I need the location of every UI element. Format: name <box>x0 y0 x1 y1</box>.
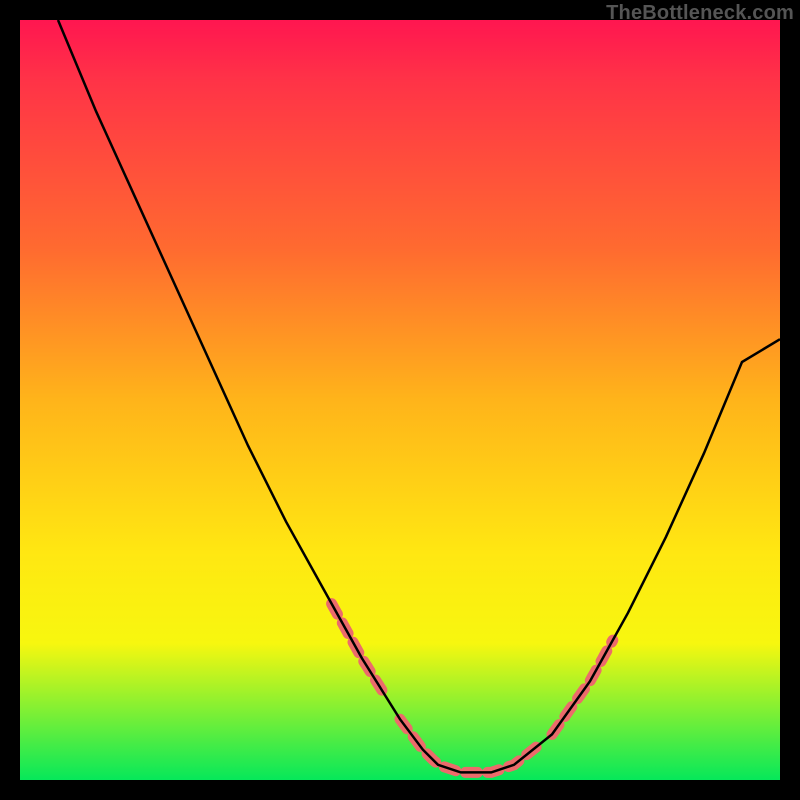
chart-svg <box>20 20 780 780</box>
highlight-segments <box>332 604 613 773</box>
watermark-text: TheBottleneck.com <box>606 2 794 25</box>
bottleneck-curve <box>58 20 780 772</box>
chart-frame: TheBottleneck.com <box>0 0 800 800</box>
